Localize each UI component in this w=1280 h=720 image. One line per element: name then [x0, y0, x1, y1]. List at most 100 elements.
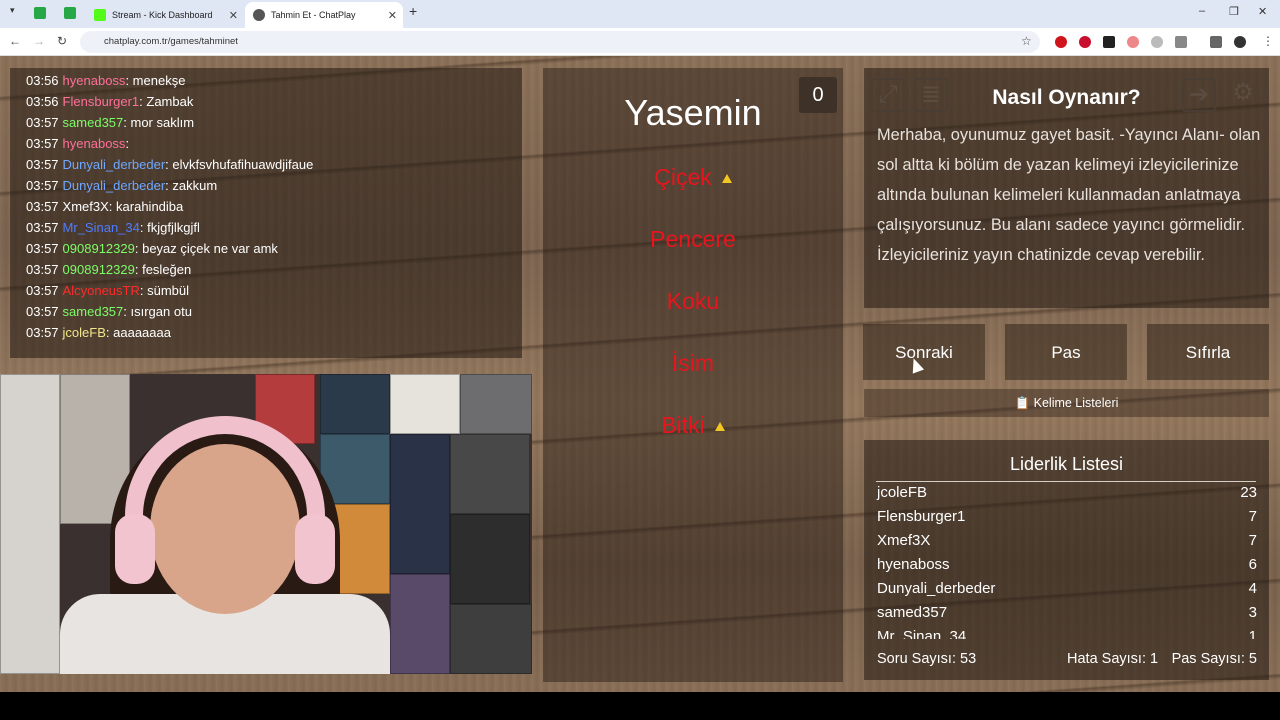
chat-message: 03:56 hyenaboss: menekşe — [26, 70, 506, 91]
pass-button[interactable]: Pas — [1005, 324, 1127, 380]
sheets-pinned-tab-icon-2[interactable] — [64, 7, 76, 19]
chat-user[interactable]: Dunyali_derbeder — [63, 157, 166, 172]
forbidden-word-text: Pencere — [650, 226, 736, 252]
chat-user[interactable]: AlcyoneusTR — [63, 283, 140, 298]
leader-name: Flensburger1 — [877, 508, 966, 525]
url-field[interactable]: chatplay.com.tr/games/tahminet — [80, 31, 1040, 53]
chat-user[interactable]: samed357 — [63, 115, 124, 130]
error-count: Hata Sayısı: 1 — [1067, 651, 1159, 667]
chat-text: Zambak — [146, 94, 194, 109]
chat-text: mor saklım — [130, 115, 195, 130]
chat-user[interactable]: Dunyali_derbeder — [63, 178, 166, 193]
chat-user[interactable]: Mr_Sinan_34 — [63, 220, 140, 235]
forward-button[interactable]: → — [33, 34, 45, 48]
tab-search-icon[interactable]: ▾ — [10, 5, 15, 16]
close-window-button[interactable]: ✕ — [1258, 5, 1267, 18]
reset-button[interactable]: Sıfırla — [1147, 324, 1269, 380]
chat-text: aaaaaaaa — [113, 325, 171, 340]
back-button[interactable]: ← — [9, 34, 21, 48]
chat-user[interactable]: 0908912329 — [63, 262, 135, 277]
restore-button[interactable]: ❐ — [1229, 5, 1239, 18]
forbidden-word: Koku — [543, 288, 843, 315]
leaderboard-row: jcoleFB 23 — [877, 484, 1257, 508]
chat-text: fesleğen — [142, 262, 192, 277]
extension-icon-3[interactable] — [1103, 36, 1115, 48]
chat-time: 03:57 — [26, 304, 59, 319]
next-button[interactable]: Sonraki — [863, 324, 985, 380]
question-count: Soru Sayısı: 53 — [877, 651, 977, 667]
chat-time: 03:56 — [26, 73, 59, 88]
chat-user[interactable]: hyenaboss — [63, 73, 126, 88]
forbidden-word-text: Koku — [666, 288, 720, 314]
chat-time: 03:57 — [26, 178, 59, 193]
chat-colon: : — [125, 73, 133, 88]
chat-time: 03:57 — [26, 136, 59, 151]
chat-user[interactable]: 0908912329 — [63, 241, 135, 256]
chat-user[interactable]: Xmef3X — [63, 199, 109, 214]
avatar[interactable] — [1234, 36, 1246, 48]
tab-label: Tahmin Et - ChatPlay — [271, 10, 356, 20]
close-icon[interactable]: ✕ — [388, 9, 397, 22]
leader-name: Mr_Sinan_34 — [877, 628, 967, 639]
chat-message: 03:57 Xmef3X: karahindiba — [26, 196, 506, 217]
chat-text: zakkum — [172, 178, 218, 193]
chat-message: 03:57 jcoleFB: aaaaaaaa — [26, 322, 506, 343]
menu-icon[interactable]: ⋮ — [1262, 34, 1274, 48]
tab-label: Stream - Kick Dashboard — [112, 10, 213, 20]
shield-extension-icon[interactable] — [1151, 36, 1163, 48]
howto-title: Nasıl Oynanır? — [992, 86, 1141, 109]
leader-name: hyenaboss — [877, 556, 950, 573]
sheets-pinned-tab-icon[interactable] — [34, 7, 46, 19]
leaderboard-row: Dunyali_derbeder 4 — [877, 580, 1257, 604]
chat-user[interactable]: Flensburger1 — [63, 94, 140, 109]
chat-time: 03:57 — [26, 283, 59, 298]
extension-icon-2[interactable] — [1079, 36, 1091, 48]
puzzle-icon[interactable] — [1175, 36, 1187, 48]
forbidden-word-text: Çiçek — [654, 164, 712, 190]
leader-score: 7 — [1248, 532, 1257, 549]
opera-extension-icon[interactable] — [1055, 36, 1067, 48]
target-word: Yasemin — [624, 92, 762, 133]
chat-colon: : — [134, 241, 143, 256]
tab-bar: ▾ Stream - Kick Dashboard ✕ Tahmin Et - … — [0, 0, 1280, 28]
tab-kick-dashboard[interactable]: Stream - Kick Dashboard ✕ — [86, 2, 244, 28]
close-icon[interactable]: ✕ — [229, 9, 238, 22]
chatplay-icon — [253, 9, 265, 21]
chat-time: 03:57 — [26, 157, 59, 172]
forbidden-word: İsim — [543, 350, 843, 377]
chat-time: 03:57 — [26, 115, 59, 130]
extension-icon-4[interactable] — [1127, 36, 1139, 48]
chat-text: ısırgan otu — [130, 304, 192, 319]
minimize-button[interactable]: – — [1199, 5, 1205, 17]
chat-user[interactable]: samed357 — [63, 304, 124, 319]
bookmark-star-icon[interactable]: ☆ — [1021, 34, 1032, 48]
chat-time: 03:57 — [26, 325, 59, 340]
streamer-word-area: 0 Yasemin Çiçek Pencere Koku İsim Bitki — [543, 68, 843, 682]
chat-text: karahindiba — [116, 199, 184, 214]
game-page: 03:56 hyenaboss: menekşe 03:56 Flensburger1… — [0, 56, 1280, 692]
chat-time: 03:57 — [26, 241, 59, 256]
warning-icon — [714, 422, 725, 432]
chat-message: 03:57 samed357: mor saklım — [26, 112, 506, 133]
chat-message: 03:57 hyenaboss: — [26, 133, 506, 154]
chat-time: 03:57 — [26, 262, 59, 277]
chat-message: 03:57 Dunyali_derbeder: zakkum — [26, 175, 506, 196]
reload-button[interactable]: ↻ — [57, 34, 67, 48]
chat-message: 03:57 samed357: ısırgan otu — [26, 301, 506, 322]
tab-chatplay[interactable]: Tahmin Et - ChatPlay ✕ — [245, 2, 403, 28]
chat-user[interactable]: jcoleFB — [63, 325, 106, 340]
chat-colon: : — [123, 304, 131, 319]
media-icon[interactable] — [1210, 36, 1222, 48]
howto-text: Merhaba, oyunumuz gayet basit. -Yayıncı … — [877, 126, 1261, 264]
forbidden-word: Bitki — [543, 412, 843, 439]
leaderboard-row: samed357 3 — [877, 604, 1257, 628]
new-tab-button[interactable]: + — [409, 3, 417, 19]
leader-score: 4 — [1248, 580, 1257, 597]
chat-user[interactable]: hyenaboss — [63, 136, 126, 151]
chat-colon: : — [134, 262, 143, 277]
word-lists-button[interactable]: 📋 Kelime Listeleri — [864, 389, 1269, 417]
leader-name: Xmef3X — [877, 532, 931, 549]
chat-colon: : — [123, 115, 131, 130]
leaderboard-title: Liderlik Listesi — [1009, 454, 1124, 474]
forbidden-word: Pencere — [543, 226, 843, 253]
